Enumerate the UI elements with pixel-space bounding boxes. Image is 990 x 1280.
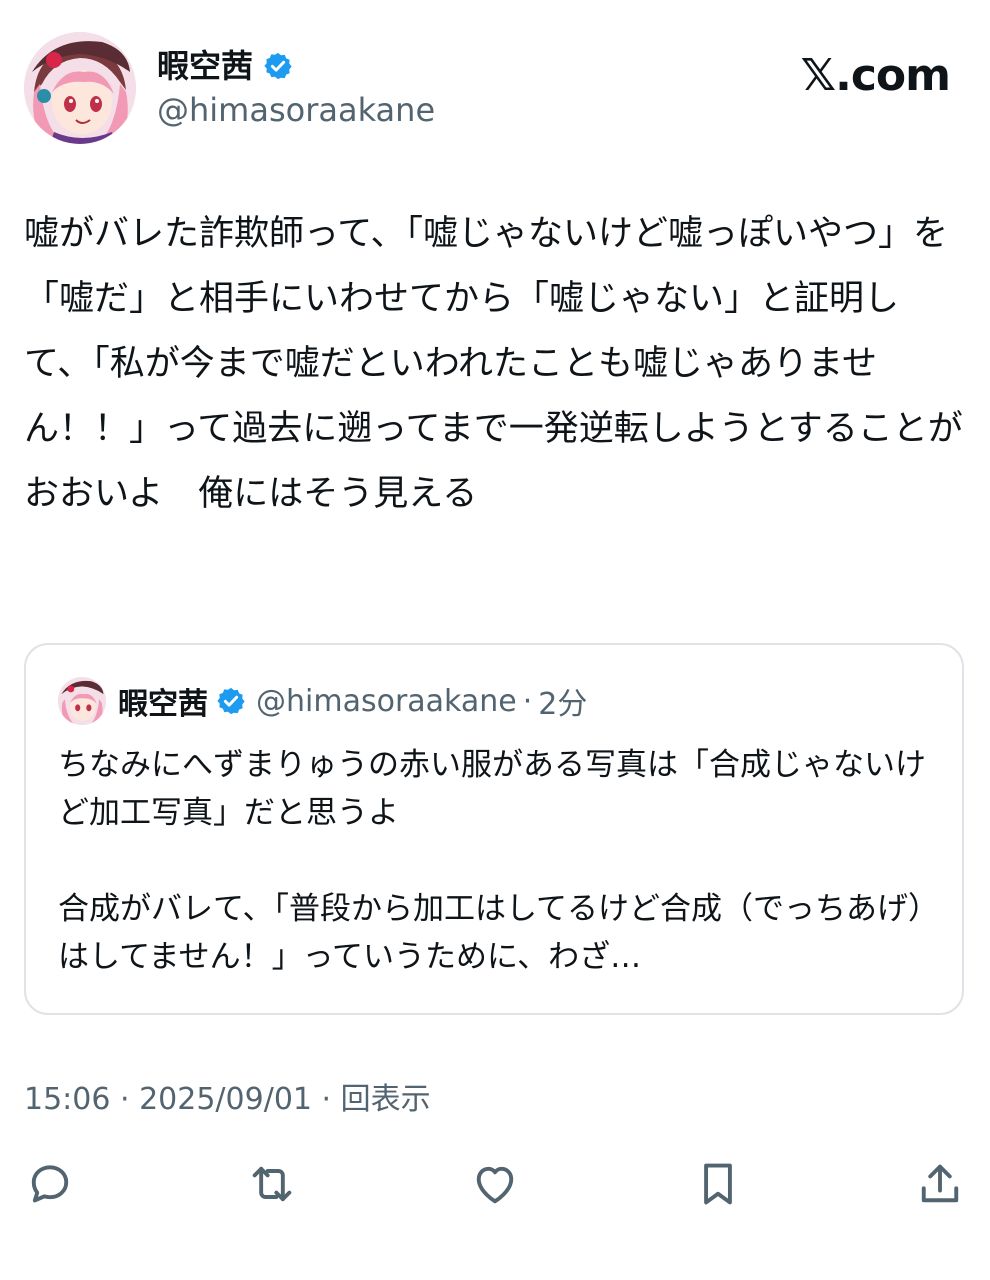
reply-icon[interactable] — [24, 1158, 76, 1210]
retweet-icon[interactable] — [246, 1158, 298, 1210]
tweet-meta: 15:06 · 2025/09/01 · 回表示 — [24, 1080, 431, 1120]
share-icon[interactable] — [914, 1158, 966, 1210]
bookmark-icon[interactable] — [692, 1158, 744, 1210]
action-bar — [24, 1158, 966, 1214]
meta-separator: · — [312, 1082, 341, 1117]
author-display-name[interactable]: 暇空茜 — [157, 46, 253, 86]
author-avatar[interactable] — [24, 32, 136, 144]
quoted-tweet-text: ちなみにへずまりゅうの赤い服がある写真は「合成じゃないけど加工写真」だと思うよ … — [58, 747, 926, 975]
quoted-separator: · — [522, 683, 533, 719]
author-name-row: 暇空茜 — [157, 46, 293, 86]
tweet-time[interactable]: 15:06 — [24, 1082, 110, 1117]
quoted-tweet-header: 暇空茜 @himasoraakane · 2分 — [58, 677, 587, 725]
tweet-header: 暇空茜 @himasoraakane 𝕏.com — [24, 32, 951, 152]
quoted-tweet[interactable]: 暇空茜 @himasoraakane · 2分 ちなみにへずまりゅうの赤い服があ… — [24, 643, 964, 1015]
like-icon[interactable] — [469, 1158, 521, 1210]
quoted-author-display-name: 暇空茜 — [118, 687, 208, 722]
x-brand-logo: 𝕏.com — [800, 50, 951, 101]
quoted-author-handle: @himasoraakane — [256, 683, 517, 719]
meta-separator: · — [110, 1082, 140, 1117]
author-handle[interactable]: @himasoraakane — [157, 90, 435, 130]
quoted-timestamp: 2分 — [538, 687, 588, 722]
tweet-text: 嘘がバレた詐欺師って、「嘘じゃないけど嘘っぽいやつ」を「嘘だ」と相手にいわせてか… — [24, 214, 963, 514]
quoted-author-avatar — [58, 677, 106, 725]
quoted-verified-badge-icon — [216, 686, 246, 716]
verified-badge-icon — [263, 51, 293, 81]
view-count: 回表示 — [340, 1082, 431, 1117]
tweet-date[interactable]: 2025/09/01 — [139, 1082, 312, 1117]
